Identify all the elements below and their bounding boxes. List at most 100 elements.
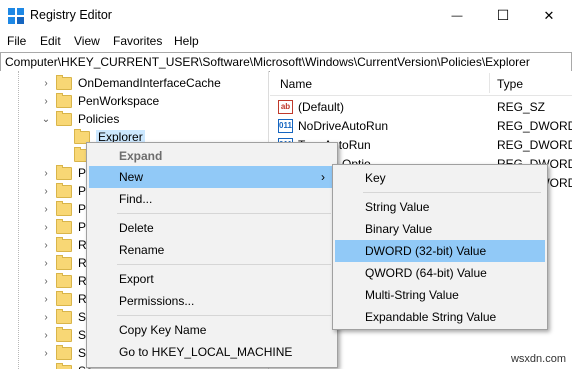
new-submenu: Key String Value Binary Value DWORD (32-… xyxy=(332,164,548,330)
value-name: NoDriveAutoRun xyxy=(298,119,389,133)
chevron-right-icon[interactable]: › xyxy=(40,240,52,251)
menu-item-find[interactable]: Find... xyxy=(89,188,335,210)
chevron-right-icon[interactable]: › xyxy=(40,204,52,215)
tree-item-label: PenWorkspace xyxy=(78,94,160,108)
tree-item-truncated[interactable]: › P xyxy=(40,163,86,183)
string-value-icon: ab xyxy=(278,100,293,114)
menu-item-goto-hklm[interactable]: Go to HKEY_LOCAL_MACHINE xyxy=(89,341,335,363)
maximize-button[interactable]: ☐ xyxy=(480,0,526,31)
folder-icon xyxy=(56,164,72,180)
chevron-right-icon[interactable]: › xyxy=(40,276,52,287)
submenu-item-qword-value[interactable]: QWORD (64-bit) Value xyxy=(335,262,545,284)
tree-item-label: OnDemandInterfaceCache xyxy=(78,76,221,90)
watermark: wsxdn.com xyxy=(510,353,566,365)
menu-item-copy-key-name[interactable]: Copy Key Name xyxy=(89,319,335,341)
menu-file[interactable]: File xyxy=(7,34,26,48)
tree-item-label: P xyxy=(78,220,87,234)
tree-item-policies[interactable]: ⌄ Policies xyxy=(40,109,119,129)
value-type: REG_DWORD xyxy=(497,138,572,152)
tree-item-truncated[interactable]: › Se xyxy=(40,361,93,369)
tree-guide-line xyxy=(18,71,20,369)
column-type[interactable]: Type xyxy=(497,77,523,91)
value-row[interactable]: ab (Default) REG_SZ xyxy=(270,98,572,117)
chevron-right-icon[interactable]: › xyxy=(40,96,52,107)
tree-item-label: Policies xyxy=(78,112,120,126)
folder-icon xyxy=(56,236,72,252)
chevron-right-icon[interactable]: › xyxy=(40,294,52,305)
column-name[interactable]: Name xyxy=(280,77,312,91)
tree-item-truncated[interactable]: › P xyxy=(40,199,86,219)
minimize-button[interactable]: — xyxy=(434,0,480,31)
submenu-item-binary-value[interactable]: Binary Value xyxy=(335,218,545,240)
folder-icon xyxy=(56,362,72,369)
menu-view[interactable]: View xyxy=(74,34,100,48)
submenu-item-string-value[interactable]: String Value xyxy=(335,196,545,218)
window-title: Registry Editor xyxy=(30,8,112,22)
chevron-right-icon[interactable]: › xyxy=(40,258,52,269)
menu-separator xyxy=(117,213,331,214)
chevron-right-icon[interactable]: › xyxy=(40,348,52,359)
chevron-right-icon[interactable]: › xyxy=(40,366,52,369)
column-header: Name Type xyxy=(270,71,572,96)
address-path: Computer\HKEY_CURRENT_USER\Software\Micr… xyxy=(5,55,530,69)
tree-item-label: P xyxy=(78,166,87,180)
submenu-item-expandable-string-value[interactable]: Expandable String Value xyxy=(335,306,545,328)
value-name: (Default) xyxy=(298,100,345,114)
submenu-item-multi-string-value[interactable]: Multi-String Value xyxy=(335,284,545,306)
folder-icon xyxy=(56,272,72,288)
menu-item-export[interactable]: Export xyxy=(89,268,335,290)
submenu-item-key[interactable]: Key xyxy=(335,167,545,189)
chevron-right-icon[interactable]: › xyxy=(40,168,52,179)
menu-item-expand[interactable]: Expand xyxy=(89,145,335,167)
menu-help[interactable]: Help xyxy=(174,34,199,48)
chevron-right-icon[interactable]: › xyxy=(40,222,52,233)
folder-icon xyxy=(56,290,72,306)
menu-edit[interactable]: Edit xyxy=(40,34,61,48)
tree-item-truncated[interactable]: › P xyxy=(40,181,86,201)
value-type: REG_SZ xyxy=(497,100,546,114)
tree-item-truncated[interactable]: › Se xyxy=(40,307,93,327)
folder-icon xyxy=(56,344,72,360)
address-bar[interactable]: Computer\HKEY_CURRENT_USER\Software\Micr… xyxy=(0,52,572,72)
chevron-right-icon[interactable]: › xyxy=(40,78,52,89)
tree-item-truncated[interactable]: › Se xyxy=(40,343,93,363)
folder-icon xyxy=(56,308,72,324)
tree-item-truncated[interactable]: › R xyxy=(40,253,87,273)
tree-item-truncated[interactable]: › R xyxy=(40,289,87,309)
chevron-down-icon[interactable]: ⌄ xyxy=(40,114,52,125)
close-icon: ✕ xyxy=(543,7,555,23)
menu-item-delete[interactable]: Delete xyxy=(89,217,335,239)
tree-item-truncated[interactable]: › R xyxy=(40,235,87,255)
context-menu: Expand New › Find... Delete Rename Expor… xyxy=(86,142,338,368)
menu-separator xyxy=(117,264,331,265)
menu-item-rename[interactable]: Rename xyxy=(89,239,335,261)
folder-icon xyxy=(56,110,72,126)
menu-item-permissions[interactable]: Permissions... xyxy=(89,290,335,312)
menu-item-new-label: New xyxy=(119,170,144,184)
tree-item-penworkspace[interactable]: › PenWorkspace xyxy=(40,91,159,111)
folder-icon xyxy=(56,326,72,342)
tree-item-truncated[interactable]: › R xyxy=(40,271,87,291)
maximize-icon: ☐ xyxy=(496,7,510,23)
chevron-right-icon[interactable]: › xyxy=(40,186,52,197)
chevron-right-icon[interactable]: › xyxy=(40,312,52,323)
menu-item-new[interactable]: New › xyxy=(89,166,335,188)
tree-item-truncated[interactable]: › P xyxy=(40,217,86,237)
column-separator[interactable] xyxy=(489,73,490,93)
folder-icon xyxy=(56,254,72,270)
folder-icon xyxy=(56,218,72,234)
close-button[interactable]: ✕ xyxy=(526,0,572,31)
chevron-right-icon[interactable]: › xyxy=(40,330,52,341)
menu-favorites[interactable]: Favorites xyxy=(113,34,162,48)
menu-separator xyxy=(363,192,541,193)
minimize-icon: — xyxy=(451,9,463,22)
submenu-item-dword-value[interactable]: DWORD (32-bit) Value xyxy=(335,240,545,262)
folder-icon xyxy=(56,92,72,108)
binary-value-icon: 011 xyxy=(278,119,293,133)
title-bar: Registry Editor — ☐ ✕ xyxy=(0,0,572,31)
tree-item-truncated[interactable]: › Se xyxy=(40,325,93,345)
value-row[interactable]: 011 NoDriveAutoRun REG_DWORD xyxy=(270,117,572,136)
value-type: REG_DWORD xyxy=(497,119,572,133)
tree-item-ondemandinterfacecache[interactable]: › OnDemandInterfaceCache xyxy=(40,73,221,93)
menu-separator xyxy=(117,315,331,316)
